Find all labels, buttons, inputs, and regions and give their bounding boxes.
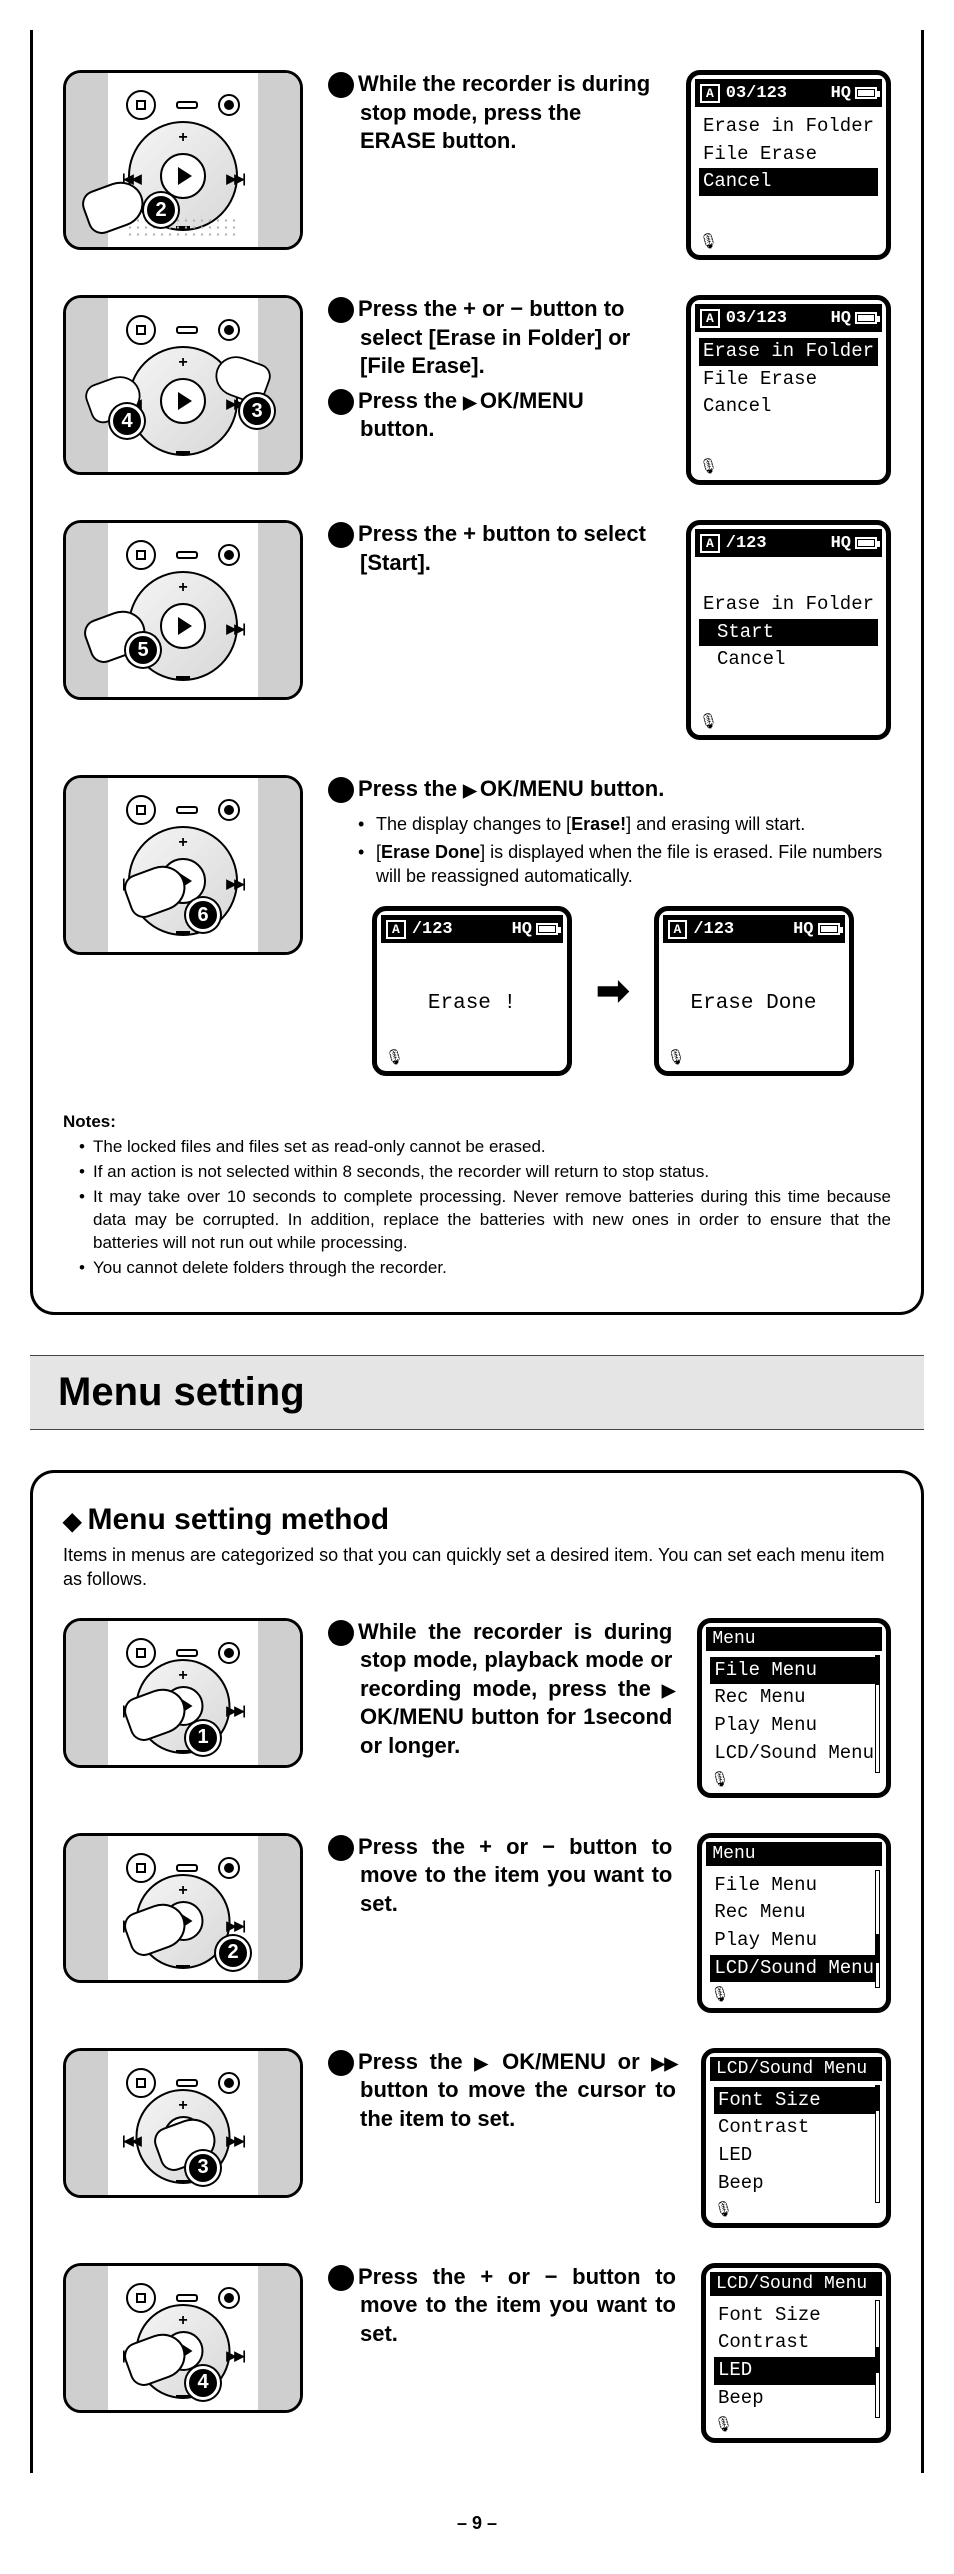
lcd-line: LCD/Sound Menu — [710, 1740, 878, 1768]
note-item: It may take over 10 seconds to complete … — [79, 1186, 891, 1255]
notes-section: Notes: The locked files and files set as… — [63, 1111, 891, 1280]
recorder-illustration: + |◀◀▶▶| 2 — [63, 1833, 303, 1983]
lcd-line: File Erase — [699, 141, 878, 169]
text: Press the OK/MENU button. — [358, 776, 664, 801]
lcd-line: Rec Menu — [710, 1684, 878, 1712]
lcd-line: LED — [714, 2357, 878, 2385]
erase-frame: + |◀◀▶▶| 2 2While the recorder is during… — [30, 30, 924, 1315]
text: Press the + button to select [Start]. — [358, 521, 646, 575]
recorder-illustration: + |◀◀▶▶| 4 — [63, 2263, 303, 2413]
erase-step-2: + |◀◀▶▶| 2 2While the recorder is during… — [63, 70, 891, 260]
step-badge: 6 — [186, 898, 220, 932]
lcd-screen: LCD/Sound Menu Font SizeContrastLEDBeep … — [701, 2263, 891, 2443]
lcd-title: Menu — [706, 1842, 882, 1866]
page: + |◀◀▶▶| 2 2While the recorder is during… — [0, 0, 954, 2574]
lcd-line: File Erase — [699, 366, 878, 394]
lcd-screen: A 03/123 HQ Erase in FolderFile EraseCan… — [686, 295, 891, 485]
lcd-line: Start — [699, 619, 878, 647]
step-bullets: The display changes to [Erase!] and eras… — [358, 812, 891, 889]
lcd-line: Erase in Folder — [699, 338, 878, 366]
lcd-title: Menu — [706, 1627, 882, 1651]
step-badge: 3 — [240, 394, 274, 428]
lcd-line: LED — [714, 2142, 878, 2170]
erase-step-3-4: + |◀◀▶▶| 4 3 3Press the + or − button to… — [63, 295, 891, 485]
menu-step: + |◀◀▶▶| 1 1While the recorder is during… — [63, 1618, 891, 1798]
lcd-line: Erase in Folder — [699, 113, 878, 141]
step-text: 4Press the + or − button to move to the … — [328, 2263, 676, 2349]
step-badge: 4 — [110, 404, 144, 438]
lcd-line: Font Size — [714, 2087, 878, 2115]
step-text: 2Press the + or − button to move to the … — [328, 1833, 672, 1919]
sub-heading: ◆Menu setting method — [63, 1503, 891, 1537]
step-badge: 2 — [144, 193, 178, 227]
text: Press the + or − button to select [Erase… — [358, 296, 630, 378]
lcd-screen: A /123 HQ Erase ! 🎙 — [372, 906, 572, 1076]
arrow-icon: ➡ — [596, 968, 630, 1014]
lcd-line: Cancel — [699, 168, 878, 196]
lcd-line: Beep — [714, 2170, 878, 2198]
step-text: 3Press the OK/MENU or button to move the… — [328, 2048, 676, 2134]
step-badge: 1 — [186, 1721, 220, 1755]
step-badge: 2 — [216, 1936, 250, 1970]
step-badge: 3 — [186, 2151, 220, 2185]
bullet: [Erase Done] is displayed when the file … — [358, 840, 891, 889]
lcd-line: Play Menu — [710, 1712, 878, 1740]
lcd-screen: Menu File MenuRec MenuPlay MenuLCD/Sound… — [697, 1833, 891, 2013]
menu-step: + |◀◀▶▶| 2 2Press the + or − button to m… — [63, 1833, 891, 2013]
notes-list: The locked files and files set as read-o… — [63, 1136, 891, 1280]
lcd-line: Contrast — [714, 2329, 878, 2357]
lcd-screen: A /123 HQ Erase Done 🎙 — [654, 906, 854, 1076]
notes-title: Notes: — [63, 1111, 891, 1134]
step-badge: 5 — [126, 633, 160, 667]
recorder-illustration: + |◀◀▶▶| 4 3 — [63, 295, 303, 475]
lcd-line: Erase in Folder — [699, 591, 878, 619]
lcd-line: Contrast — [714, 2114, 878, 2142]
erase-result-screens: A /123 HQ Erase ! 🎙 ➡ A /123 HQ Erase Do… — [372, 906, 891, 1076]
menu-step: + |◀◀▶▶| 3 3Press the OK/MENU or button … — [63, 2048, 891, 2228]
lcd-screen: A /123 HQ Erase in Folder Start Cancel 🎙 — [686, 520, 891, 740]
lcd-line: Font Size — [714, 2302, 878, 2330]
text: Press the OK/MENU button. — [358, 388, 584, 442]
erase-step-5: + |◀◀▶▶| 5 5Press the + button to select… — [63, 520, 891, 740]
lcd-title: LCD/Sound Menu — [710, 2057, 882, 2081]
menu-frame: ◆Menu setting method Items in menus are … — [30, 1470, 924, 2473]
recorder-illustration: + |◀◀▶▶| 2 — [63, 70, 303, 250]
step-badge: 4 — [186, 2366, 220, 2400]
step-text: 5Press the + button to select [Start]. — [328, 520, 661, 577]
recorder-illustration: + |◀◀▶▶| 5 — [63, 520, 303, 700]
diamond-icon: ◆ — [63, 1508, 81, 1535]
lcd-line: Beep — [714, 2385, 878, 2413]
section-header: Menu setting — [30, 1355, 924, 1430]
lcd-line: LCD/Sound Menu — [710, 1955, 878, 1983]
lcd-line: Rec Menu — [710, 1899, 878, 1927]
recorder-illustration: + |◀◀▶▶| 1 — [63, 1618, 303, 1768]
lcd-screen: Menu File MenuRec MenuPlay MenuLCD/Sound… — [697, 1618, 891, 1798]
lcd-title: LCD/Sound Menu — [710, 2272, 882, 2296]
lcd-line: File Menu — [710, 1872, 878, 1900]
lcd-line: Cancel — [699, 646, 878, 674]
note-item: The locked files and files set as read-o… — [79, 1136, 891, 1159]
bullet: The display changes to [Erase!] and eras… — [358, 812, 891, 836]
lcd-screen: LCD/Sound Menu Font SizeContrastLEDBeep … — [701, 2048, 891, 2228]
intro-text: Items in menus are categorized so that y… — [63, 1543, 891, 1592]
step-text: 3Press the + or − button to select [Eras… — [328, 295, 661, 444]
lcd-line: File Menu — [710, 1657, 878, 1685]
step-text: 2While the recorder is during stop mode,… — [328, 70, 661, 156]
erase-step-6: + |◀◀▶▶| 6 6Press the OK/MENU button. Th… — [63, 775, 891, 1076]
page-number: 9 — [30, 2513, 924, 2534]
menu-step: + |◀◀▶▶| 4 4Press the + or − button to m… — [63, 2263, 891, 2443]
lcd-screen: A 03/123 HQ Erase in FolderFile EraseCan… — [686, 70, 891, 260]
lcd-line: Play Menu — [710, 1927, 878, 1955]
lcd-line: Cancel — [699, 393, 878, 421]
step-text-block: 6Press the OK/MENU button. The display c… — [328, 775, 891, 1076]
step-text: 1While the recorder is during stop mode,… — [328, 1618, 672, 1761]
recorder-illustration: + |◀◀▶▶| 6 — [63, 775, 303, 955]
note-item: You cannot delete folders through the re… — [79, 1257, 891, 1280]
recorder-illustration: + |◀◀▶▶| 3 — [63, 2048, 303, 2198]
note-item: If an action is not selected within 8 se… — [79, 1161, 891, 1184]
